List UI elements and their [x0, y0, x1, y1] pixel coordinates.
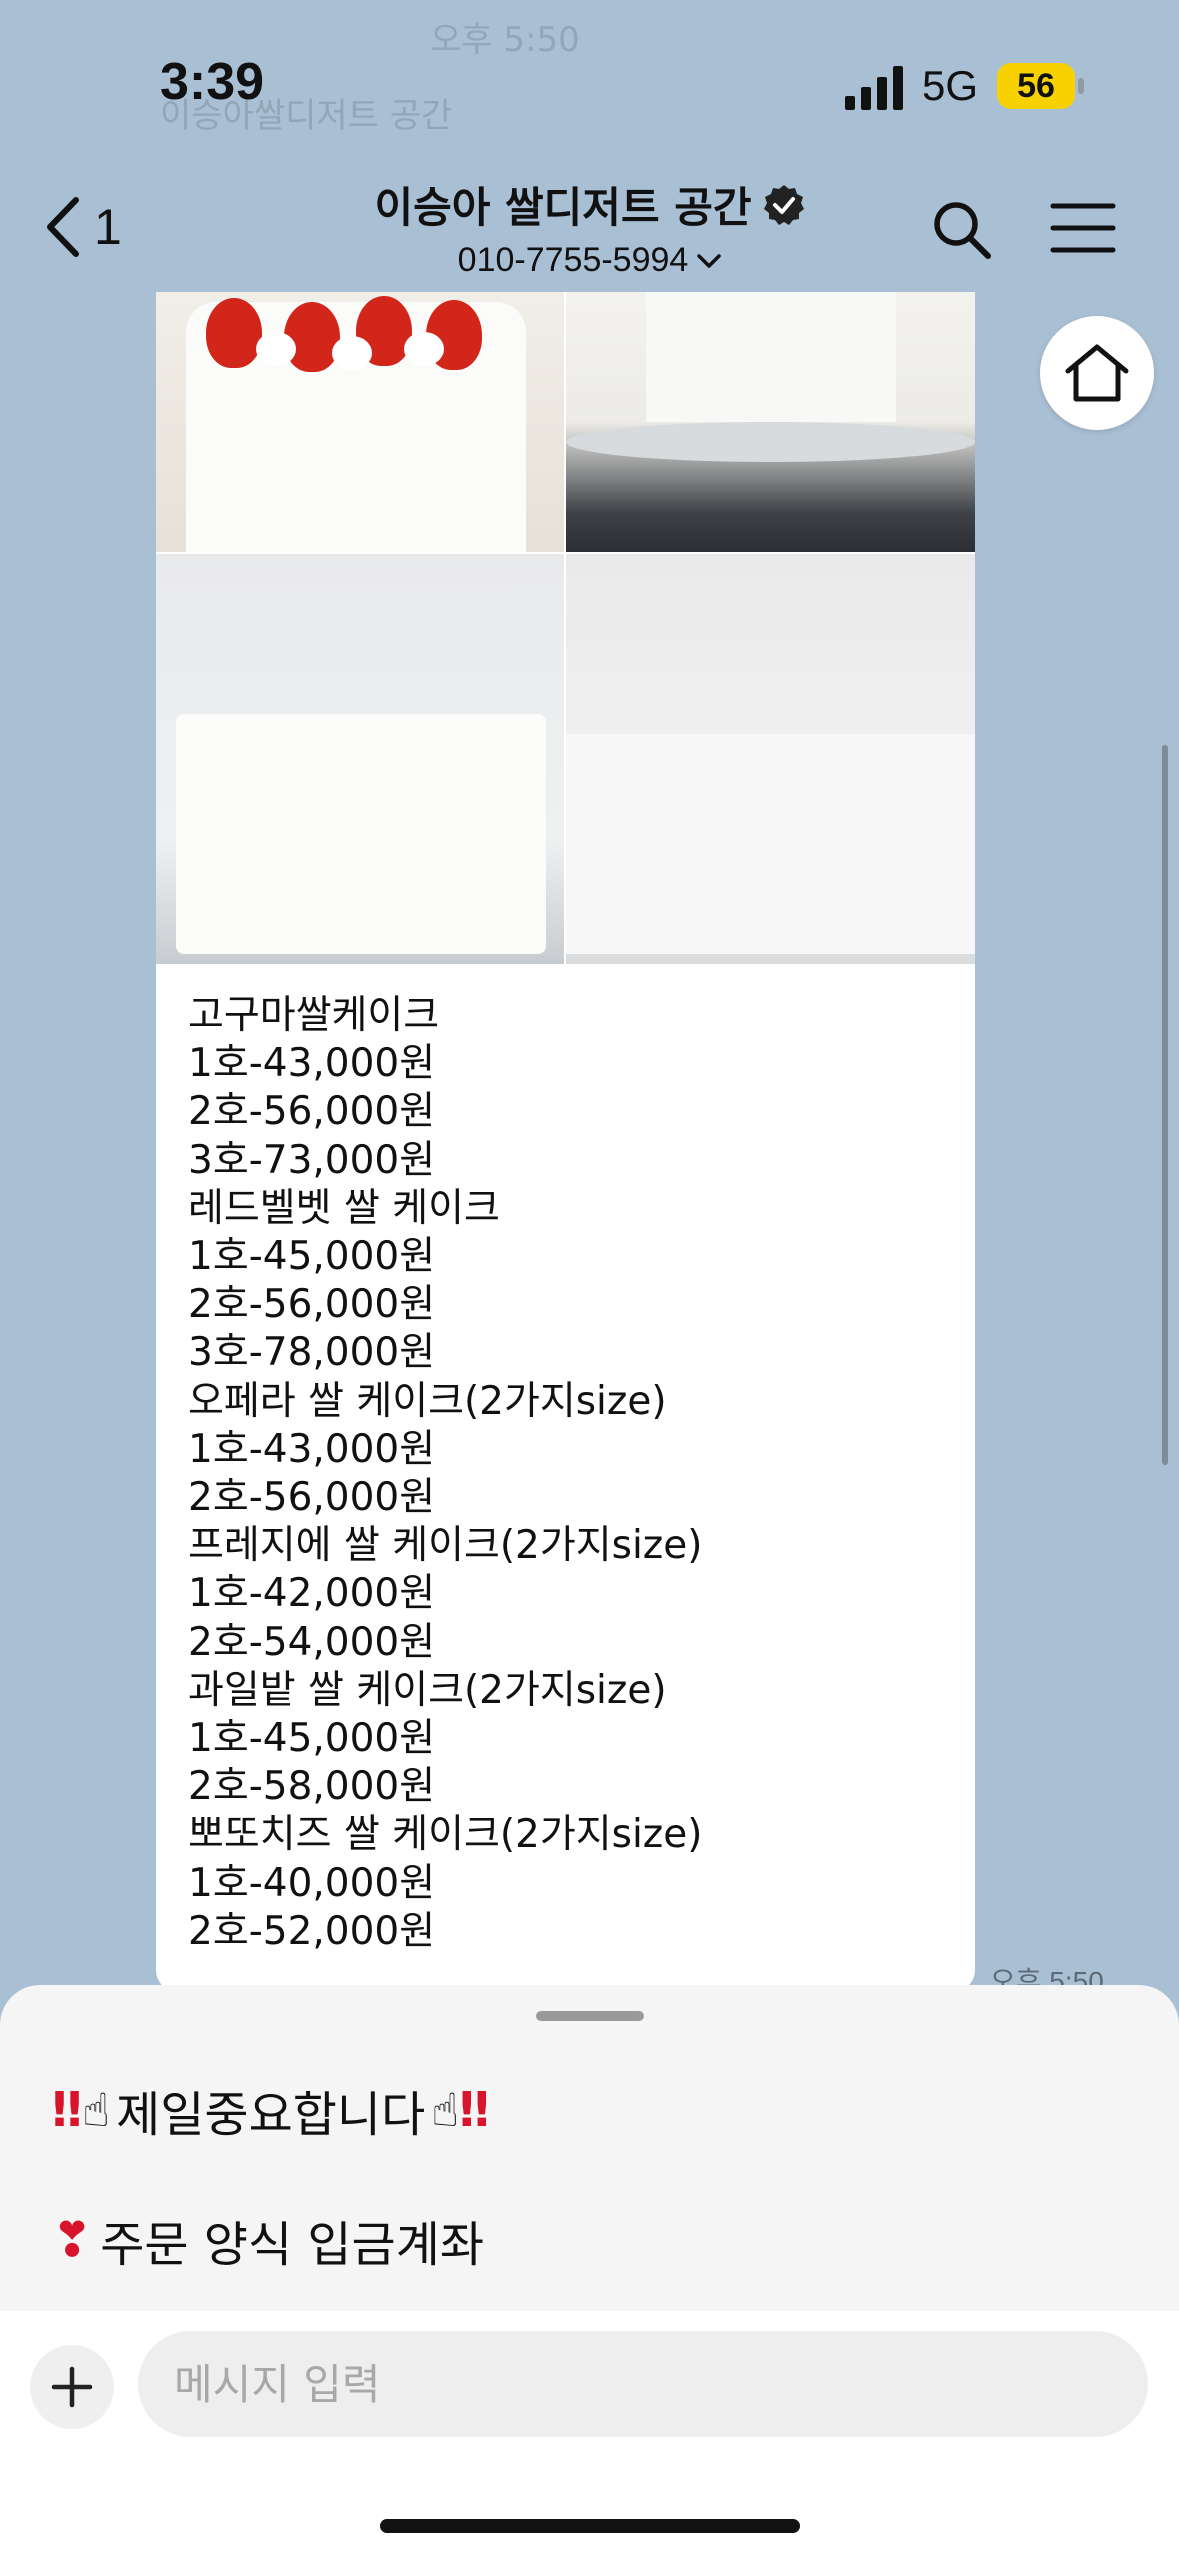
message-input[interactable] — [138, 2331, 1148, 2437]
heart-exclamation-icon: ❣ — [52, 2212, 93, 2268]
price-line: 2호-56,000원 — [188, 1089, 436, 1135]
price-line: 2호-54,000원 — [188, 1619, 436, 1665]
cake-photo-side-right[interactable] — [566, 554, 975, 964]
cake-photo-turntable[interactable] — [566, 292, 975, 552]
price-line: 뽀또치즈 쌀 케이크(2가지size) — [188, 1812, 703, 1858]
price-line: 2호-58,000원 — [188, 1764, 436, 1810]
cake-photo-strawberry[interactable] — [156, 292, 564, 552]
double-exclamation-icon: ‼ — [459, 2082, 490, 2138]
pointing-up-icon: ☝ — [82, 2083, 111, 2137]
battery-cap — [1078, 78, 1084, 94]
notice-item-order-form[interactable]: ❣ 주문 양식 입금계좌 — [52, 2205, 484, 2275]
notice-item-important[interactable]: ‼ ☝ 제일중요합니다 ☝ ‼ — [52, 2075, 489, 2145]
notice-sheet: ‼ ☝ 제일중요합니다 ☝ ‼ ❣ 주문 양식 입금계좌 — [0, 1985, 1179, 2311]
price-line: 2호-52,000원 — [188, 1908, 436, 1954]
battery-level: 56 — [1017, 67, 1055, 105]
price-line: 1호-40,000원 — [188, 1860, 436, 1906]
verified-badge-icon — [763, 184, 804, 225]
status-bar: 3:39 5G 56 — [0, 0, 1179, 150]
unread-count: 1 — [94, 199, 122, 255]
price-line: 3호-78,000원 — [188, 1330, 436, 1376]
chat-header: 1 이승아 쌀디저트 공간 010-7755-5994 — [0, 150, 1179, 290]
double-exclamation-icon: ‼ — [52, 2082, 83, 2138]
price-line: 1호-43,000원 — [188, 1041, 436, 1087]
price-line: 2호-56,000원 — [188, 1475, 436, 1521]
network-type: 5G — [922, 62, 979, 109]
battery-icon: 56 — [997, 63, 1075, 109]
signal-icon — [845, 66, 903, 110]
cake-photo-side-left[interactable] — [156, 554, 564, 964]
price-line: 1호-45,000원 — [188, 1716, 436, 1762]
price-line: 3호-73,000원 — [188, 1137, 436, 1183]
hamburger-menu-icon[interactable] — [1050, 200, 1116, 256]
plus-icon — [51, 2366, 93, 2408]
notice-label: 주문 양식 입금계좌 — [100, 2217, 485, 2273]
back-button[interactable]: 1 — [44, 192, 134, 262]
attach-button[interactable] — [30, 2345, 114, 2429]
chevron-left-icon — [47, 197, 79, 257]
price-line: 2호-56,000원 — [188, 1282, 436, 1328]
message-input-bar — [0, 2311, 1179, 2556]
price-line: 1호-45,000원 — [188, 1234, 436, 1280]
price-line: 레드벨벳 쌀 케이크 — [188, 1185, 500, 1231]
price-line: 1호-42,000원 — [188, 1571, 436, 1617]
price-line: 1호-43,000원 — [188, 1426, 436, 1472]
sheet-grabber[interactable] — [536, 2011, 644, 2021]
home-button[interactable] — [1040, 316, 1154, 430]
pointing-up-icon: ☝ — [431, 2083, 460, 2137]
home-icon — [1065, 344, 1129, 402]
price-line: 오페라 쌀 케이크(2가지size) — [188, 1378, 667, 1424]
message-bubble[interactable]: 고구마쌀케이크 1호-43,000원 2호-56,000원 3호-73,000원 레드벨… — [156, 292, 975, 1992]
price-line: 고구마쌀케이크 — [188, 993, 440, 1038]
notice-label: 제일중요합니다 — [116, 2087, 426, 2143]
scrollbar[interactable] — [1162, 745, 1168, 1465]
chat-title-area[interactable]: 이승아 쌀디저트 공간 010-7755-5994 — [300, 174, 880, 280]
search-icon[interactable] — [930, 198, 994, 262]
home-indicator — [380, 2519, 800, 2533]
price-line: 과일밭 쌀 케이크(2가지size) — [188, 1667, 667, 1713]
phone-number: 010-7755-5994 — [457, 241, 689, 279]
chat-title: 이승아 쌀디저트 공간 — [374, 183, 752, 232]
price-list: 고구마쌀케이크 1호-43,000원 2호-56,000원 3호-73,000원 레드벨… — [188, 992, 948, 1956]
status-time: 3:39 — [160, 53, 265, 111]
chevron-down-icon — [697, 253, 722, 268]
price-line: 프레지에 쌀 케이크(2가지size) — [188, 1523, 703, 1569]
